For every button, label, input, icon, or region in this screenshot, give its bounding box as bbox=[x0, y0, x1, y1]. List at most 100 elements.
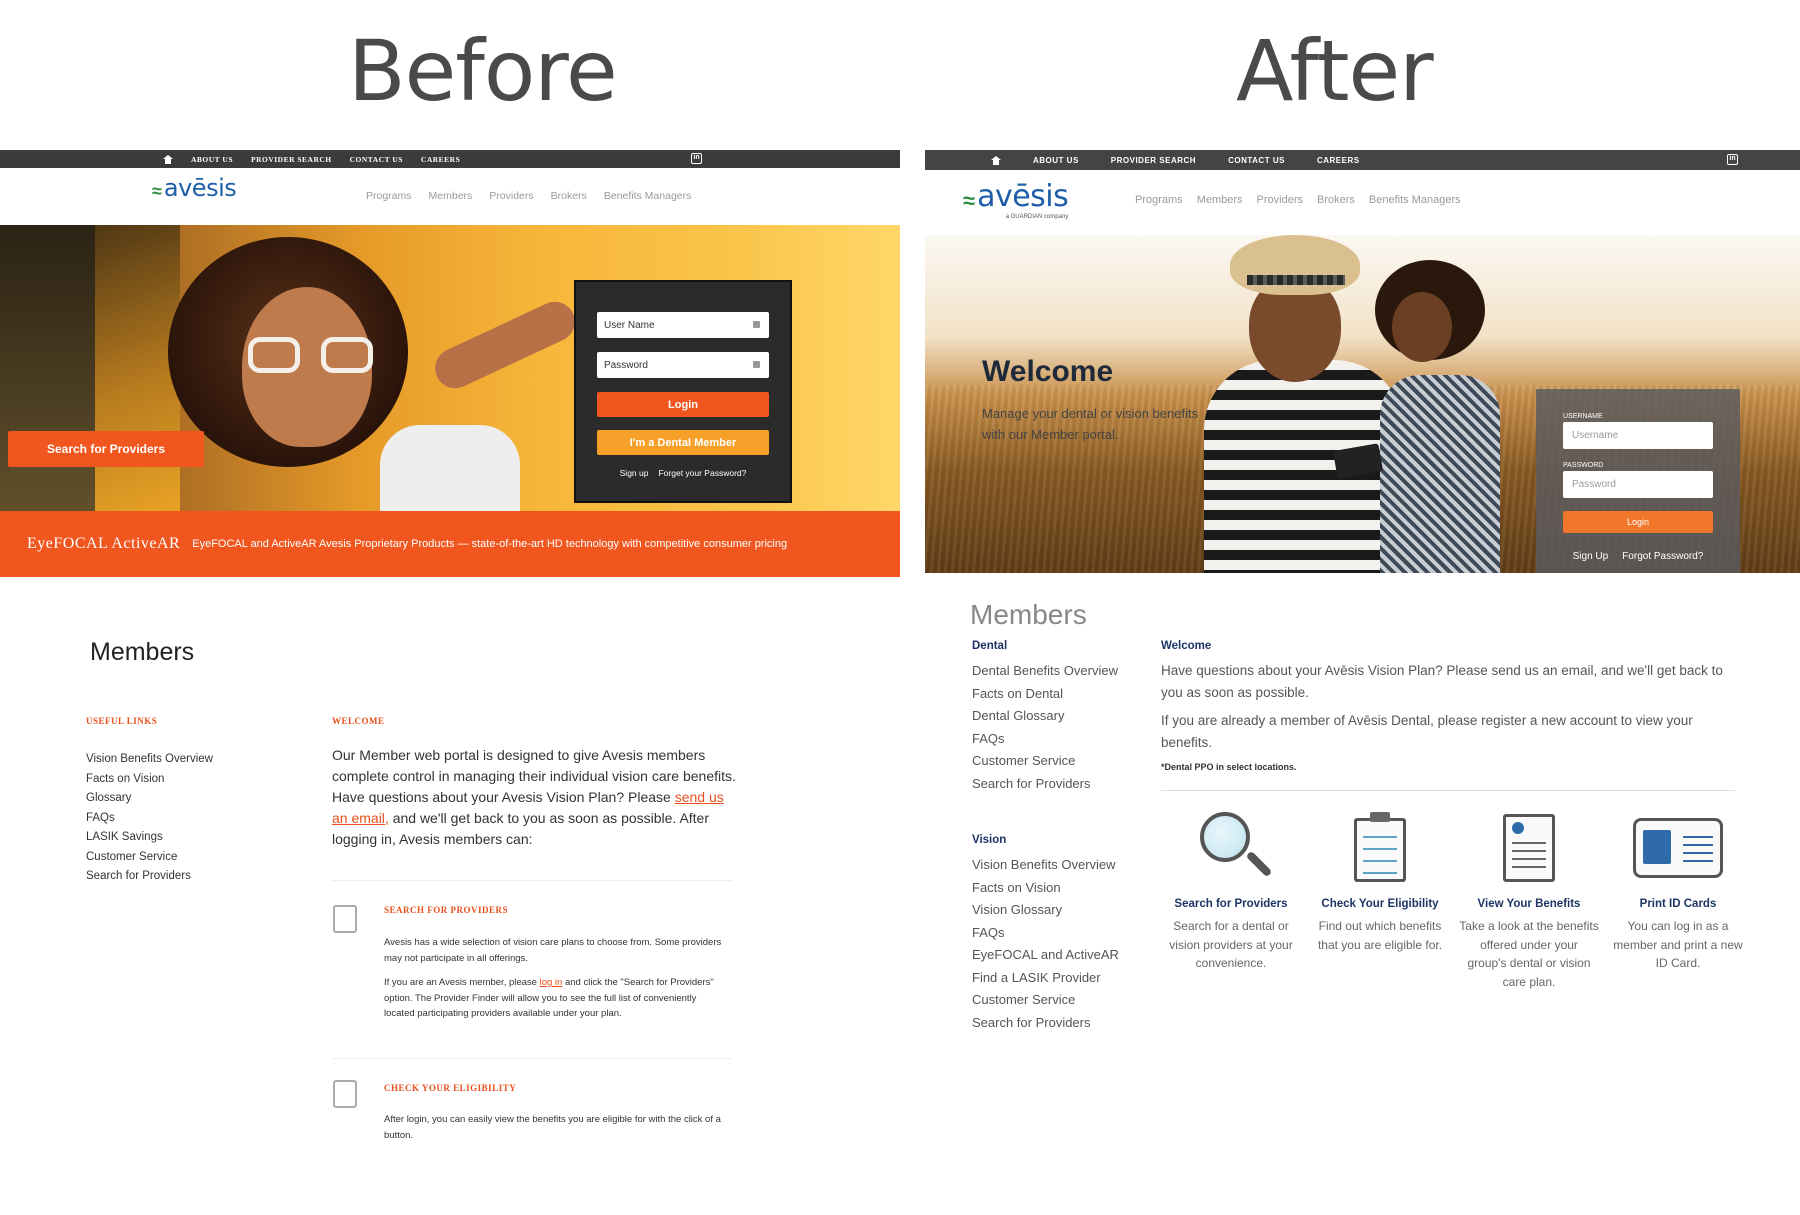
nav-provider-search[interactable]: PROVIDER SEARCH bbox=[251, 155, 332, 164]
feature-check-eligibility[interactable]: Check Your Eligibility Find out which be… bbox=[1310, 812, 1450, 954]
link-facts-vision[interactable]: Facts on Vision bbox=[86, 770, 213, 790]
welcome-title: WELCOME bbox=[332, 716, 385, 726]
nav-careers[interactable]: CAREERS bbox=[421, 155, 460, 164]
linkedin-icon[interactable]: in bbox=[691, 153, 702, 164]
login-button[interactable]: Login bbox=[1563, 511, 1713, 533]
banner-brand: EyeFOCAL ActiveAR bbox=[27, 535, 181, 552]
banner-text: EyeFOCAL and ActiveAR Avesis Proprietary… bbox=[192, 538, 788, 550]
username-label: USERNAME bbox=[1563, 413, 1603, 420]
vision-links: Vision Benefits Overview Facts on Vision… bbox=[972, 854, 1119, 1034]
nav-benefits-managers[interactable]: Benefits Managers bbox=[1369, 194, 1461, 206]
divider bbox=[332, 880, 732, 881]
site-header: ≈ avēsis Programs Members Providers Brok… bbox=[0, 168, 900, 225]
before-screenshot: ABOUT US PROVIDER SEARCH CONTACT US CARE… bbox=[0, 150, 900, 1215]
login-button[interactable]: Login bbox=[597, 392, 769, 417]
welcome-text: Have questions about your Avēsis Vision … bbox=[1161, 663, 1723, 750]
link-find-lasik[interactable]: Find a LASIK Provider bbox=[972, 967, 1119, 990]
before-heading: Before bbox=[348, 22, 618, 120]
useful-links-title: USEFUL LINKS bbox=[86, 716, 158, 726]
nav-providers[interactable]: Providers bbox=[489, 190, 533, 202]
link-lasik[interactable]: LASIK Savings bbox=[86, 828, 213, 848]
password-field[interactable]: Password bbox=[597, 352, 769, 378]
signup-link[interactable]: Sign Up bbox=[1573, 551, 1609, 562]
provider-search-icon bbox=[333, 905, 357, 933]
dental-member-button[interactable]: I'm a Dental Member bbox=[597, 430, 769, 455]
feature-print-id-cards[interactable]: Print ID Cards You can log in as a membe… bbox=[1608, 812, 1748, 973]
main-nav: Programs Members Providers Brokers Benef… bbox=[1135, 194, 1461, 206]
username-field[interactable]: User Name bbox=[597, 312, 769, 338]
nav-providers[interactable]: Providers bbox=[1257, 194, 1303, 206]
edit-document-icon bbox=[333, 1080, 357, 1108]
link-dental-benefits[interactable]: Dental Benefits Overview bbox=[972, 660, 1118, 683]
feature-view-benefits[interactable]: View Your Benefits Take a look at the be… bbox=[1459, 812, 1599, 991]
linkedin-icon[interactable]: in bbox=[1727, 154, 1738, 165]
search-providers-body: Avesis has a wide selection of vision ca… bbox=[384, 937, 722, 1019]
hero-image: Welcome Manage your dental or vision ben… bbox=[925, 235, 1800, 573]
useful-links-list: Vision Benefits Overview Facts on Vision… bbox=[86, 750, 213, 887]
vision-heading: Vision bbox=[972, 834, 1007, 846]
home-icon[interactable] bbox=[991, 155, 1001, 165]
link-facts-dental[interactable]: Facts on Dental bbox=[972, 683, 1118, 706]
login-box: User Name Password Login I'm a Dental Me… bbox=[574, 280, 792, 503]
avesis-logo[interactable]: ≈ avēsis bbox=[152, 176, 237, 201]
link-vision-glossary[interactable]: Vision Glossary bbox=[972, 899, 1119, 922]
username-field[interactable]: Username bbox=[1563, 422, 1713, 449]
password-field[interactable]: Password bbox=[1563, 471, 1713, 498]
hero-title: Welcome bbox=[982, 355, 1114, 388]
nav-benefits-managers[interactable]: Benefits Managers bbox=[604, 190, 692, 202]
nav-careers[interactable]: CAREERS bbox=[1317, 156, 1360, 165]
nav-programs[interactable]: Programs bbox=[366, 190, 412, 202]
forgot-password-link[interactable]: Forget your Password? bbox=[658, 468, 746, 478]
link-faqs[interactable]: FAQs bbox=[86, 809, 213, 829]
nav-contact-us[interactable]: CONTACT US bbox=[1228, 156, 1285, 165]
link-vision-search-providers[interactable]: Search for Providers bbox=[972, 1012, 1119, 1035]
magnifier-icon bbox=[1194, 812, 1273, 886]
link-dental-customer-service[interactable]: Customer Service bbox=[972, 750, 1118, 773]
link-dental-search-providers[interactable]: Search for Providers bbox=[972, 773, 1118, 796]
link-vision-faqs[interactable]: FAQs bbox=[972, 922, 1119, 945]
link-dental-glossary[interactable]: Dental Glossary bbox=[972, 705, 1118, 728]
link-dental-faqs[interactable]: FAQs bbox=[972, 728, 1118, 751]
members-title: Members bbox=[970, 599, 1087, 630]
welcome-heading: Welcome bbox=[1161, 640, 1212, 652]
link-customer-service[interactable]: Customer Service bbox=[86, 848, 213, 868]
dental-note: *Dental PPO in select locations. bbox=[1161, 762, 1297, 772]
link-vision-benefits[interactable]: Vision Benefits Overview bbox=[86, 750, 213, 770]
nav-programs[interactable]: Programs bbox=[1135, 194, 1183, 206]
wave-icon: ≈ bbox=[963, 188, 976, 213]
link-search-providers[interactable]: Search for Providers bbox=[86, 867, 213, 887]
lock-icon bbox=[753, 361, 760, 368]
link-facts-vision[interactable]: Facts on Vision bbox=[972, 877, 1119, 900]
login-box: USERNAME Username PASSWORD Password Logi… bbox=[1536, 389, 1740, 573]
signup-link[interactable]: Sign up bbox=[620, 468, 649, 478]
link-eyefocal[interactable]: EyeFOCAL and ActiveAR bbox=[972, 944, 1119, 967]
id-card-icon bbox=[1633, 812, 1723, 886]
wave-icon: ≈ bbox=[152, 181, 162, 201]
dental-heading: Dental bbox=[972, 640, 1008, 652]
nav-about-us[interactable]: ABOUT US bbox=[1033, 156, 1079, 165]
nav-contact-us[interactable]: CONTACT US bbox=[350, 155, 403, 164]
nav-members[interactable]: Members bbox=[1197, 194, 1243, 206]
nav-about-us[interactable]: ABOUT US bbox=[191, 155, 233, 164]
forgot-password-link[interactable]: Forgot Password? bbox=[1622, 551, 1703, 562]
top-bar: ABOUT US PROVIDER SEARCH CONTACT US CARE… bbox=[0, 150, 900, 168]
promo-banner[interactable]: EyeFOCAL ActiveAR EyeFOCAL and ActiveAR … bbox=[0, 511, 900, 577]
nav-brokers[interactable]: Brokers bbox=[1317, 194, 1355, 206]
link-glossary[interactable]: Glossary bbox=[86, 789, 213, 809]
feature-search-providers[interactable]: Search for Providers Search for a dental… bbox=[1161, 812, 1301, 973]
nav-brokers[interactable]: Brokers bbox=[551, 190, 587, 202]
log-in-link[interactable]: log in bbox=[540, 977, 563, 988]
members-title: Members bbox=[90, 638, 195, 666]
home-icon[interactable] bbox=[163, 154, 173, 164]
document-icon bbox=[1503, 812, 1555, 886]
search-providers-button[interactable]: Search for Providers bbox=[8, 431, 204, 467]
link-vision-benefits[interactable]: Vision Benefits Overview bbox=[972, 854, 1119, 877]
check-eligibility-heading: CHECK YOUR ELIGIBILITY bbox=[384, 1083, 517, 1093]
nav-provider-search[interactable]: PROVIDER SEARCH bbox=[1111, 156, 1196, 165]
main-nav: Programs Members Providers Brokers Benef… bbox=[366, 190, 691, 202]
link-vision-customer-service[interactable]: Customer Service bbox=[972, 989, 1119, 1012]
nav-members[interactable]: Members bbox=[429, 190, 473, 202]
avesis-logo[interactable]: ≈ avēsis a GUARDIAN company bbox=[963, 182, 1069, 221]
search-providers-heading: SEARCH FOR PROVIDERS bbox=[384, 905, 509, 915]
divider bbox=[332, 1058, 732, 1059]
